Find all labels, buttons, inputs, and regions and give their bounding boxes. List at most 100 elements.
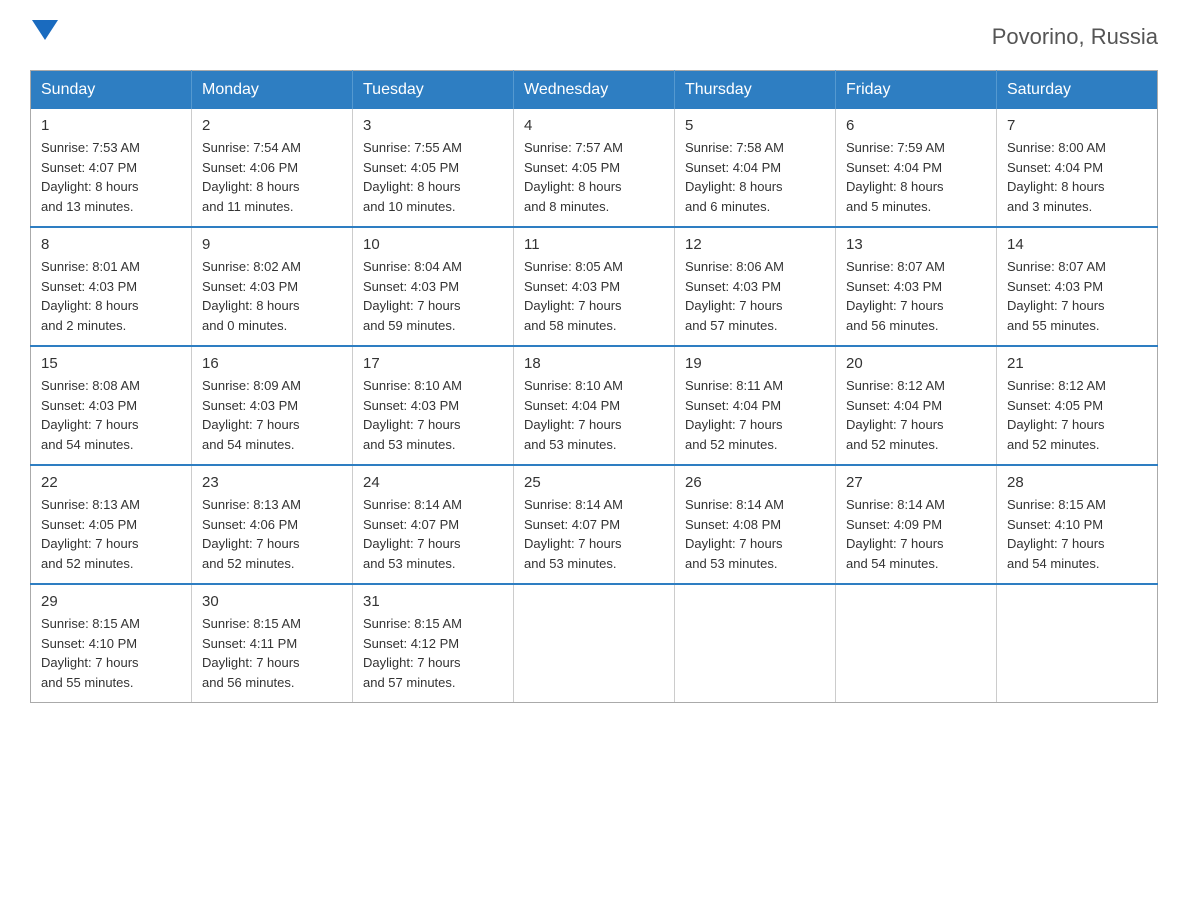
table-row: 31 Sunrise: 8:15 AMSunset: 4:12 PMDayligh… [353,584,514,703]
day-info: Sunrise: 8:13 AMSunset: 4:05 PMDaylight:… [41,495,181,573]
logo [30,20,60,44]
table-row: 7 Sunrise: 8:00 AMSunset: 4:04 PMDaylight… [997,109,1158,227]
day-number: 2 [202,117,342,134]
day-info: Sunrise: 8:15 AMSunset: 4:11 PMDaylight:… [202,614,342,692]
col-thursday: Thursday [675,71,836,110]
day-info: Sunrise: 8:15 AMSunset: 4:10 PMDaylight:… [1007,495,1147,573]
table-row: 4 Sunrise: 7:57 AMSunset: 4:05 PMDaylight… [514,109,675,227]
table-row: 20 Sunrise: 8:12 AMSunset: 4:04 PMDayligh… [836,346,997,465]
day-info: Sunrise: 8:09 AMSunset: 4:03 PMDaylight:… [202,376,342,454]
day-number: 3 [363,117,503,134]
day-info: Sunrise: 8:12 AMSunset: 4:04 PMDaylight:… [846,376,986,454]
day-number: 30 [202,593,342,610]
table-row: 1Sunrise: 7:53 AMSunset: 4:07 PMDaylight… [31,109,192,227]
table-row: 12Sunrise: 8:06 AMSunset: 4:03 PMDayligh… [675,227,836,346]
day-info: Sunrise: 8:07 AMSunset: 4:03 PMDaylight:… [846,257,986,335]
day-number: 20 [846,355,986,372]
day-number: 17 [363,355,503,372]
table-row: 25 Sunrise: 8:14 AMSunset: 4:07 PMDayligh… [514,465,675,584]
day-number: 13 [846,236,986,253]
day-info: Sunrise: 8:07 AMSunset: 4:03 PMDaylight:… [1007,257,1147,335]
day-info: Sunrise: 8:05 AMSunset: 4:03 PMDaylight:… [524,257,664,335]
day-info: Sunrise: 8:04 AMSunset: 4:03 PMDaylight:… [363,257,503,335]
day-number: 29 [41,593,181,610]
col-sunday: Sunday [31,71,192,110]
calendar-week-row: 8Sunrise: 8:01 AMSunset: 4:03 PMDaylight… [31,227,1158,346]
day-info: Sunrise: 7:57 AMSunset: 4:05 PMDaylight:… [524,138,664,216]
col-friday: Friday [836,71,997,110]
day-number: 22 [41,474,181,491]
table-row: 14 Sunrise: 8:07 AMSunset: 4:03 PMDayligh… [997,227,1158,346]
day-info: Sunrise: 8:13 AMSunset: 4:06 PMDaylight:… [202,495,342,573]
day-info: Sunrise: 8:10 AMSunset: 4:03 PMDaylight:… [363,376,503,454]
col-saturday: Saturday [997,71,1158,110]
day-number: 5 [685,117,825,134]
table-row: 30 Sunrise: 8:15 AMSunset: 4:11 PMDayligh… [192,584,353,703]
day-number: 18 [524,355,664,372]
day-info: Sunrise: 8:15 AMSunset: 4:10 PMDaylight:… [41,614,181,692]
day-number: 10 [363,236,503,253]
day-info: Sunrise: 8:06 AMSunset: 4:03 PMDaylight:… [685,257,825,335]
day-number: 7 [1007,117,1147,134]
day-number: 26 [685,474,825,491]
day-number: 6 [846,117,986,134]
table-row: 3Sunrise: 7:55 AMSunset: 4:05 PMDaylight… [353,109,514,227]
day-info: Sunrise: 8:14 AMSunset: 4:07 PMDaylight:… [524,495,664,573]
day-number: 14 [1007,236,1147,253]
table-row: 6 Sunrise: 7:59 AMSunset: 4:04 PMDaylight… [836,109,997,227]
day-number: 1 [41,117,181,134]
table-row: 5 Sunrise: 7:58 AMSunset: 4:04 PMDaylight… [675,109,836,227]
day-info: Sunrise: 8:08 AMSunset: 4:03 PMDaylight:… [41,376,181,454]
table-row: 15Sunrise: 8:08 AMSunset: 4:03 PMDayligh… [31,346,192,465]
location-subtitle: Povorino, Russia [992,24,1158,50]
calendar-week-row: 22 Sunrise: 8:13 AMSunset: 4:05 PMDayligh… [31,465,1158,584]
table-row: 13 Sunrise: 8:07 AMSunset: 4:03 PMDayligh… [836,227,997,346]
table-row: 27Sunrise: 8:14 AMSunset: 4:09 PMDayligh… [836,465,997,584]
calendar-header: Sunday Monday Tuesday Wednesday Thursday… [31,71,1158,110]
day-number: 4 [524,117,664,134]
table-row: 22 Sunrise: 8:13 AMSunset: 4:05 PMDayligh… [31,465,192,584]
calendar-week-row: 29 Sunrise: 8:15 AMSunset: 4:10 PMDayligh… [31,584,1158,703]
day-info: Sunrise: 8:14 AMSunset: 4:08 PMDaylight:… [685,495,825,573]
day-info: Sunrise: 8:15 AMSunset: 4:12 PMDaylight:… [363,614,503,692]
col-monday: Monday [192,71,353,110]
logo-chevron-icon [32,20,58,40]
table-row: 23Sunrise: 8:13 AMSunset: 4:06 PMDayligh… [192,465,353,584]
table-row: 26 Sunrise: 8:14 AMSunset: 4:08 PMDayligh… [675,465,836,584]
title-area: Povorino, Russia [992,20,1158,50]
day-number: 24 [363,474,503,491]
day-info: Sunrise: 8:00 AMSunset: 4:04 PMDaylight:… [1007,138,1147,216]
day-number: 16 [202,355,342,372]
day-number: 31 [363,593,503,610]
table-row [514,584,675,703]
table-row: 8Sunrise: 8:01 AMSunset: 4:03 PMDaylight… [31,227,192,346]
day-info: Sunrise: 7:59 AMSunset: 4:04 PMDaylight:… [846,138,986,216]
table-row: 9Sunrise: 8:02 AMSunset: 4:03 PMDaylight… [192,227,353,346]
col-wednesday: Wednesday [514,71,675,110]
table-row: 17 Sunrise: 8:10 AMSunset: 4:03 PMDayligh… [353,346,514,465]
day-number: 9 [202,236,342,253]
day-info: Sunrise: 8:14 AMSunset: 4:07 PMDaylight:… [363,495,503,573]
day-info: Sunrise: 8:10 AMSunset: 4:04 PMDaylight:… [524,376,664,454]
day-info: Sunrise: 8:12 AMSunset: 4:05 PMDaylight:… [1007,376,1147,454]
day-number: 25 [524,474,664,491]
calendar-week-row: 15Sunrise: 8:08 AMSunset: 4:03 PMDayligh… [31,346,1158,465]
day-info: Sunrise: 7:58 AMSunset: 4:04 PMDaylight:… [685,138,825,216]
table-row: 19Sunrise: 8:11 AMSunset: 4:04 PMDayligh… [675,346,836,465]
table-row: 16 Sunrise: 8:09 AMSunset: 4:03 PMDayligh… [192,346,353,465]
table-row: 18 Sunrise: 8:10 AMSunset: 4:04 PMDayligh… [514,346,675,465]
col-tuesday: Tuesday [353,71,514,110]
page-header: Povorino, Russia [30,20,1158,50]
day-info: Sunrise: 8:14 AMSunset: 4:09 PMDaylight:… [846,495,986,573]
table-row [836,584,997,703]
day-info: Sunrise: 7:54 AMSunset: 4:06 PMDaylight:… [202,138,342,216]
table-row: 2 Sunrise: 7:54 AMSunset: 4:06 PMDaylight… [192,109,353,227]
days-of-week-row: Sunday Monday Tuesday Wednesday Thursday… [31,71,1158,110]
day-number: 11 [524,236,664,253]
day-number: 8 [41,236,181,253]
calendar-body: 1Sunrise: 7:53 AMSunset: 4:07 PMDaylight… [31,109,1158,703]
calendar-table: Sunday Monday Tuesday Wednesday Thursday… [30,70,1158,703]
day-number: 21 [1007,355,1147,372]
day-info: Sunrise: 8:11 AMSunset: 4:04 PMDaylight:… [685,376,825,454]
table-row [675,584,836,703]
